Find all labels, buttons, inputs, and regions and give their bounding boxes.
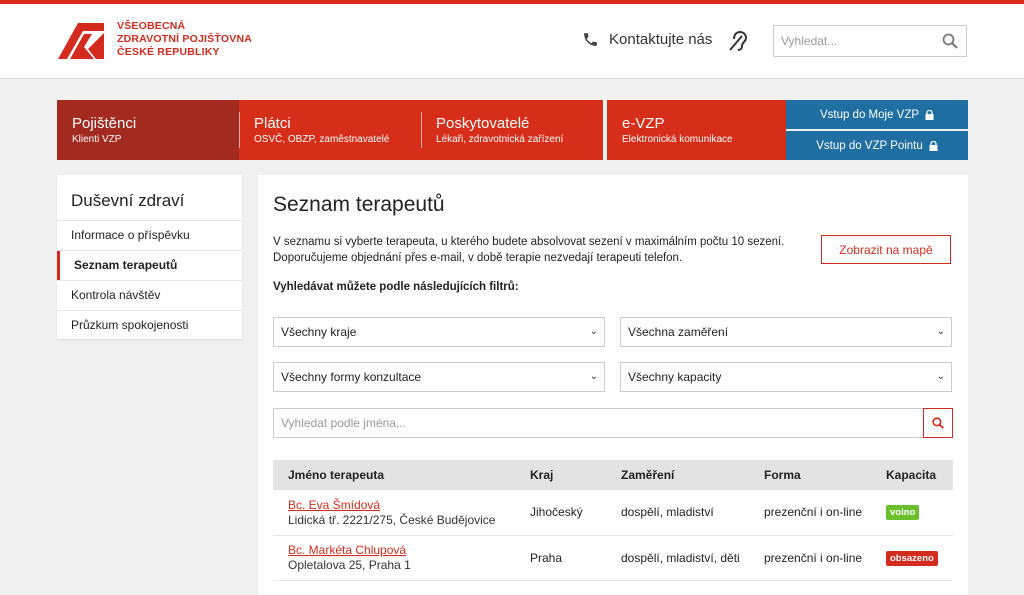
- sidebar-item-seznam-terapeutu[interactable]: Seznam terapeutů: [57, 250, 242, 280]
- name-search-button[interactable]: [923, 408, 953, 438]
- logo-line: VŠEOBECNÁ: [117, 20, 186, 32]
- show-map-button[interactable]: Zobrazit na mapě: [821, 235, 951, 264]
- capacity-badge: obsazeno: [886, 550, 938, 566]
- site-search: [773, 25, 967, 57]
- contact-label: Kontaktujte nás: [609, 31, 713, 48]
- nav-subtitle: Klienti VZP: [72, 134, 122, 145]
- nav-title: Plátci: [254, 115, 291, 132]
- capacity-cell: obsazeno: [886, 535, 953, 581]
- page-title: Seznam terapeutů: [273, 193, 445, 216]
- nav-divider: [239, 112, 240, 148]
- column-header-focus[interactable]: Zaměření: [621, 460, 764, 490]
- intro-line: Doporučujeme objednání přes e-mail, v do…: [273, 252, 683, 264]
- sidebar-item-pruzkum[interactable]: Průzkum spokojenosti: [57, 310, 242, 340]
- lock-icon: [929, 140, 938, 151]
- search-input[interactable]: [774, 26, 938, 56]
- filters-heading: Vyhledávat můžete podle následujících fi…: [273, 281, 519, 293]
- therapists-table: Jméno terapeuta Kraj Zaměření Forma Kapa…: [273, 460, 953, 581]
- nav-title: e-VZP: [622, 115, 665, 132]
- focus-cell: dospělí, mladiství, děti: [621, 535, 764, 581]
- capacity-cell: volno: [886, 490, 953, 536]
- phone-icon: [584, 33, 597, 46]
- capacity-select[interactable]: Všechny kapacity ⌄: [620, 362, 952, 392]
- nav-divider: [421, 112, 422, 148]
- focus-select-value: Všechna zaměření: [628, 325, 729, 339]
- form-cell: prezenční i on-line: [764, 535, 886, 581]
- login-label: Vstup do Moje VZP: [819, 108, 920, 121]
- login-vzp-point-button[interactable]: Vstup do VZP Pointu: [786, 131, 968, 160]
- name-search: [273, 408, 953, 438]
- logo-line: ČESKÉ REPUBLIKY: [117, 46, 220, 58]
- sidebar-item-kontrola-navstev[interactable]: Kontrola návštěv: [57, 280, 242, 310]
- nav-subtitle: OSVČ, OBZP, zaměstnavatelé: [254, 134, 390, 145]
- region-cell: Jihočeský: [530, 490, 621, 536]
- therapist-cell: Bc. Markéta Chlupová Opletalova 25, Prah…: [273, 535, 530, 581]
- nav-title: Pojištěnci: [72, 115, 137, 132]
- intro-line: V seznamu si vyberte terapeuta, u kteréh…: [273, 236, 785, 248]
- site-header: VŠEOBECNÁ ZDRAVOTNÍ POJIŠŤOVNA ČESKÉ REP…: [0, 4, 1024, 79]
- nav-item-platci[interactable]: Plátci OSVČ, OBZP, zaměstnavatelé: [239, 100, 421, 160]
- vzp-logo-icon[interactable]: [56, 21, 106, 61]
- region-cell: Praha: [530, 535, 621, 581]
- search-icon: [932, 417, 944, 429]
- capacity-badge: volno: [886, 505, 920, 521]
- capacity-select-value: Všechny kapacity: [628, 370, 722, 384]
- column-header-form[interactable]: Forma: [764, 460, 886, 490]
- form-select-value: Všechny formy konzultace: [281, 370, 422, 384]
- focus-cell: dospělí, mladiství: [621, 490, 764, 536]
- sidebar: Duševní zdraví Informace o příspěvku Sez…: [57, 175, 242, 339]
- search-icon[interactable]: [942, 33, 958, 49]
- column-header-region[interactable]: Kraj: [530, 460, 621, 490]
- table-row: Bc. Eva Šmídová Lidická tř. 2221/275, Če…: [273, 490, 953, 536]
- intro-text: V seznamu si vyberte terapeuta, u kteréh…: [273, 234, 793, 266]
- nav-item-pojistenci[interactable]: Pojištěnci Klienti VZP: [57, 100, 239, 160]
- logo-text[interactable]: VŠEOBECNÁ ZDRAVOTNÍ POJIŠŤOVNA ČESKÉ REP…: [117, 20, 252, 59]
- chevron-down-icon: ⌄: [936, 326, 945, 337]
- form-select[interactable]: Všechny formy konzultace ⌄: [273, 362, 605, 392]
- contact-link[interactable]: Kontaktujte nás: [582, 31, 712, 48]
- column-header-capacity[interactable]: Kapacita: [886, 460, 953, 490]
- table-header-row: Jméno terapeuta Kraj Zaměření Forma Kapa…: [273, 460, 953, 490]
- sidebar-item-informace[interactable]: Informace o příspěvku: [57, 220, 242, 250]
- hearing-impaired-icon[interactable]: [728, 30, 748, 52]
- lock-icon: [925, 109, 934, 120]
- nav-item-evzp[interactable]: e-VZP Elektronická komunikace: [607, 100, 786, 160]
- chevron-down-icon: ⌄: [589, 371, 598, 382]
- nav-subtitle: Elektronická komunikace: [622, 134, 733, 145]
- sidebar-title: Duševní zdraví: [71, 191, 185, 210]
- column-header-name[interactable]: Jméno terapeuta: [273, 460, 530, 490]
- name-search-input[interactable]: [274, 409, 888, 437]
- logo-line: ZDRAVOTNÍ POJIŠŤOVNA: [117, 33, 253, 45]
- login-moje-vzp-button[interactable]: Vstup do Moje VZP: [786, 100, 968, 129]
- region-select[interactable]: Všechny kraje ⌄: [273, 317, 605, 347]
- therapist-address: Lidická tř. 2221/275, České Budějovice: [288, 512, 496, 527]
- therapist-name-link[interactable]: Bc. Markéta Chlupová: [288, 543, 406, 557]
- nav-item-poskytovatele[interactable]: Poskytovatelé Lékaři, zdravotnická zaříz…: [421, 100, 603, 160]
- therapist-name-link[interactable]: Bc. Eva Šmídová: [288, 498, 380, 512]
- therapist-cell: Bc. Eva Šmídová Lidická tř. 2221/275, Če…: [273, 490, 530, 536]
- chevron-down-icon: ⌄: [589, 326, 598, 337]
- focus-select[interactable]: Všechna zaměření ⌄: [620, 317, 952, 347]
- region-select-value: Všechny kraje: [281, 325, 357, 339]
- login-label: Vstup do VZP Pointu: [816, 139, 923, 152]
- chevron-down-icon: ⌄: [936, 371, 945, 382]
- therapist-address: Opletalova 25, Praha 1: [288, 558, 411, 572]
- main-content: Seznam terapeutů V seznamu si vyberte te…: [258, 175, 968, 595]
- nav-subtitle: Lékaři, zdravotnická zařízení: [436, 134, 564, 145]
- table-row: Bc. Markéta Chlupová Opletalova 25, Prah…: [273, 535, 953, 581]
- form-cell: prezenční i on-line: [764, 490, 886, 536]
- nav-title: Poskytovatelé: [436, 115, 530, 132]
